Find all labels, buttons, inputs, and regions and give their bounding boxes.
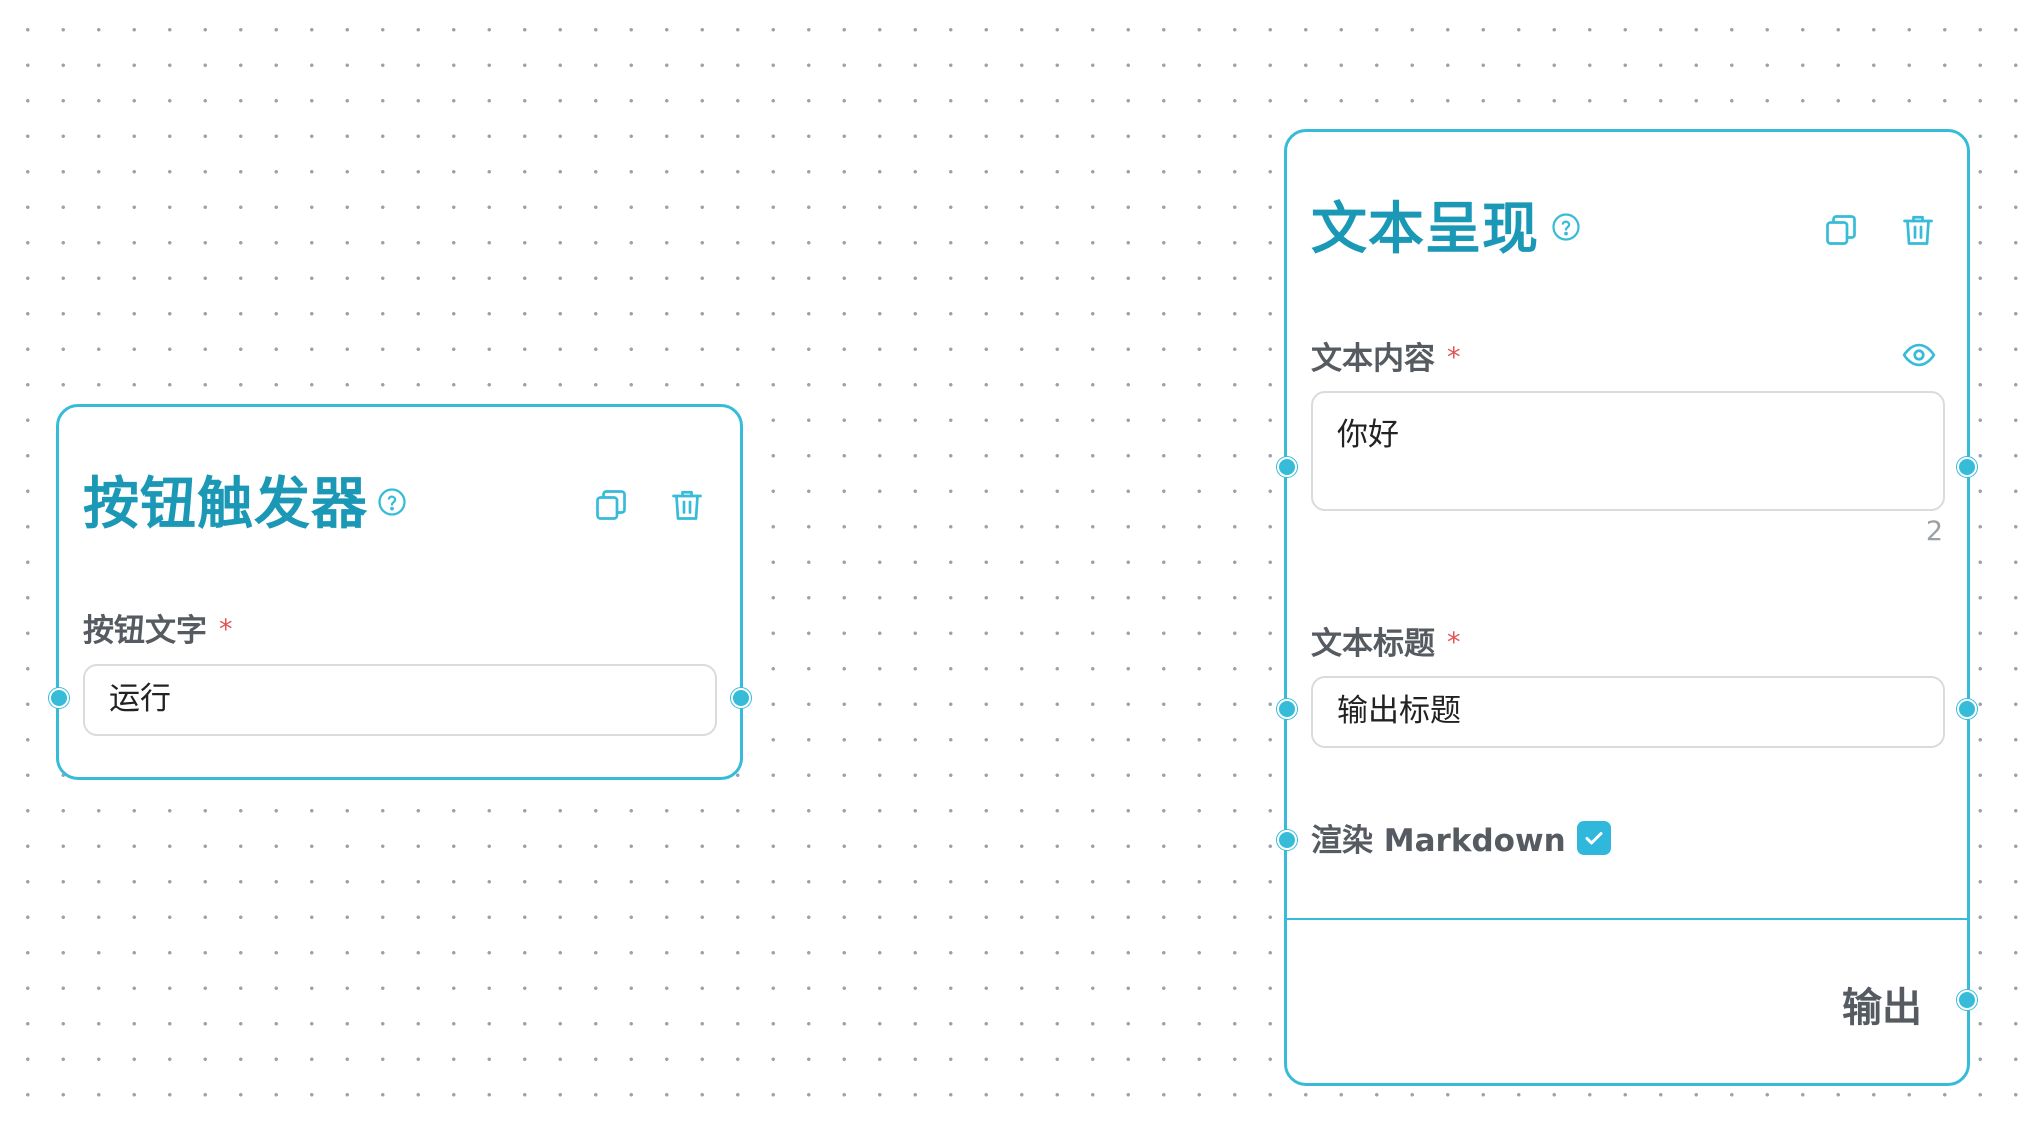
node-title: 按钮触发器	[83, 472, 368, 537]
trash-icon[interactable]	[1900, 212, 1936, 248]
required-star: *	[1447, 627, 1461, 658]
copy-icon[interactable]	[1823, 212, 1859, 248]
text-title-label: 文本标题 *	[1311, 618, 1461, 663]
copy-icon[interactable]	[593, 487, 629, 523]
text-title-label-text: 文本标题	[1311, 626, 1435, 662]
node-header: 文本呈现	[1287, 132, 1967, 282]
required-star: *	[219, 614, 233, 645]
output-port[interactable]	[1957, 990, 1977, 1010]
help-icon[interactable]	[1551, 212, 1581, 242]
text-content-label-text: 文本内容	[1311, 341, 1435, 377]
render-markdown-label-text: 渲染 Markdown	[1311, 823, 1566, 859]
trash-icon[interactable]	[669, 487, 705, 523]
output-port[interactable]	[1957, 457, 1977, 477]
button-text-label-text: 按钮文字	[83, 613, 207, 649]
help-icon[interactable]	[377, 487, 407, 517]
output-port[interactable]	[1957, 699, 1977, 719]
input-port[interactable]	[49, 688, 69, 708]
required-star: *	[1447, 342, 1461, 373]
button-text-label: 按钮文字 *	[83, 605, 233, 650]
node-divider	[1287, 918, 1967, 920]
node-header: 按钮触发器	[59, 407, 740, 557]
button-text-input[interactable]: 运行	[83, 664, 717, 736]
check-icon	[1585, 832, 1603, 845]
text-title-input[interactable]: 输出标题	[1311, 676, 1945, 748]
eye-icon[interactable]	[1902, 338, 1936, 372]
render-markdown-checkbox[interactable]	[1577, 821, 1611, 855]
char-count: 2	[1925, 516, 1943, 547]
flow-canvas[interactable]: 按钮触发器 按钮文字 * 运行 文本呈现 文本内容 * 你好 2 文本标题 * …	[0, 0, 2019, 1126]
node-title: 文本呈现	[1311, 197, 1539, 262]
text-content-label: 文本内容 *	[1311, 333, 1461, 378]
output-label: 输出	[1842, 985, 1922, 1031]
input-port[interactable]	[1277, 699, 1297, 719]
button-trigger-node[interactable]: 按钮触发器 按钮文字 * 运行	[56, 404, 743, 780]
input-port[interactable]	[1277, 830, 1297, 850]
text-display-node[interactable]: 文本呈现 文本内容 * 你好 2 文本标题 * 输出标题 渲染 Markdown…	[1284, 129, 1970, 1086]
output-port[interactable]	[731, 688, 751, 708]
render-markdown-label: 渲染 Markdown*	[1311, 815, 1591, 860]
text-content-textarea[interactable]: 你好	[1311, 391, 1945, 511]
input-port[interactable]	[1277, 457, 1297, 477]
